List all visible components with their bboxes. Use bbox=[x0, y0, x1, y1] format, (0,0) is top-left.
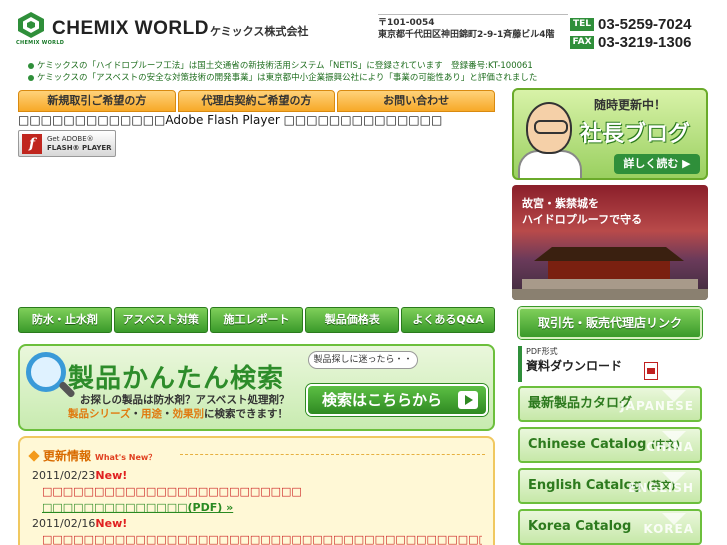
logo-subtext: CHEMIX WORLD bbox=[16, 40, 65, 46]
news-date-row: 2011/02/16New! bbox=[32, 517, 128, 530]
news-link[interactable]: □□□□□□□□□□□□□□□□□□□□□□□□□□□□□□□□□□□□□□□□… bbox=[42, 533, 482, 545]
cat-faq[interactable]: よくあるQ&A bbox=[401, 307, 495, 333]
forbidden-city-banner[interactable]: 故宮・紫禁城を ハイドロプルーフで守る bbox=[512, 185, 708, 300]
company-name-jp: ケミックス株式会社 bbox=[210, 25, 309, 38]
catalog-english-button[interactable]: ENGLISH English Catalog (英文) bbox=[518, 468, 702, 504]
catalog-watermark: CHINA bbox=[646, 440, 694, 454]
contact-block: TEL 03-5259-7024 FAX 03-3219-1306 bbox=[570, 16, 720, 52]
download-title: 資料ダウンロード bbox=[526, 359, 623, 373]
president-blog-banner[interactable]: 随時更新中！ 社長ブログ 詳しく読む ▶ bbox=[512, 88, 708, 180]
flash-icon: f bbox=[22, 134, 42, 154]
product-search-banner[interactable]: 製品かんたん検索 製品探しに迷ったら・・ お探しの製品は防水剤？アスベスト処理剤… bbox=[18, 344, 495, 431]
download-format: PDF形式 bbox=[526, 347, 558, 356]
tel-label: TEL bbox=[570, 17, 594, 31]
palace-text-line2: ハイドロプルーフで守る bbox=[522, 213, 643, 226]
president-coat-icon bbox=[518, 150, 582, 178]
search-desc-line1: お探しの製品は防水剤？アスベスト処理剤？ bbox=[80, 394, 290, 406]
search-bubble: 製品探しに迷ったら・・ bbox=[308, 351, 418, 369]
news-link[interactable]: □□□□□□□□□□□□□□□□□□□□□□□□□ bbox=[42, 485, 302, 498]
catalog-korea-button[interactable]: KOREA Korea Catalog bbox=[518, 509, 702, 545]
flash-badge-line2: FLASH® PLAYER bbox=[47, 144, 112, 152]
flash-required-message: □□□□□□□□□□□□□Adobe Flash Player □□□□□□□□… bbox=[18, 113, 443, 127]
flash-badge-line1: Get ADOBE® bbox=[47, 135, 94, 143]
chemix-logo-icon[interactable] bbox=[18, 12, 44, 38]
news-pdf-link[interactable]: □□□□□□□□□□□□□□(PDF) » bbox=[42, 501, 233, 514]
street-address: 東京都千代田区神田錦町2-9-1斉藤ビル4階 bbox=[378, 30, 555, 40]
new-badge: New! bbox=[95, 517, 128, 530]
catalog-watermark: ENGLISH bbox=[628, 481, 694, 495]
palace-ground-image bbox=[512, 289, 708, 300]
top-nav: 新規取引ご希望の方 代理店契約ご希望の方 お問い合わせ bbox=[18, 90, 496, 112]
header-divider bbox=[378, 14, 568, 15]
catalog-japanese-button[interactable]: JAPANESE 最新製品カタログ bbox=[518, 386, 702, 422]
nav-contact[interactable]: お問い合わせ bbox=[337, 90, 496, 112]
news-divider bbox=[180, 454, 485, 455]
header: CHEMIX WORLD CHEMIX WORLD ケミックス株式会社 〒101… bbox=[0, 0, 727, 58]
notice-item: ケミックスの「ハイドロプルーフ工法」は国土交通省の新技術活用システム「NETIS… bbox=[28, 60, 537, 72]
news-date-row: 2011/02/23New! bbox=[32, 469, 128, 482]
address-block: 〒101-0054 東京都千代田区神田錦町2-9-1斉藤ビル4階 bbox=[378, 17, 555, 41]
notices: ケミックスの「ハイドロプルーフ工法」は国土交通省の新技術活用システム「NETIS… bbox=[28, 60, 537, 84]
palace-roof-image bbox=[534, 247, 684, 261]
news-heading: 更新情報 What's New？ bbox=[28, 447, 156, 464]
postal-code: 〒101-0054 bbox=[378, 18, 435, 28]
download-heading: PDF形式 資料ダウンロード bbox=[518, 346, 702, 382]
cat-reports[interactable]: 施工レポート bbox=[209, 307, 304, 333]
fax-number: 03-3219-1306 bbox=[598, 33, 692, 51]
catalog-chinese-button[interactable]: CHINA Chinese Catalog (中文) bbox=[518, 427, 702, 463]
get-flash-player-button[interactable]: f Get ADOBE® FLASH® PLAYER bbox=[18, 130, 116, 157]
blog-title: 社長ブログ bbox=[580, 122, 691, 147]
nav-new-business[interactable]: 新規取引ご希望の方 bbox=[18, 90, 176, 112]
blog-read-more-button[interactable]: 詳しく読む ▶ bbox=[614, 154, 700, 174]
fax-label: FAX bbox=[570, 35, 594, 49]
bullet-icon bbox=[28, 74, 34, 81]
blog-updating-text: 随時更新中！ bbox=[594, 98, 667, 112]
agent-links-button[interactable]: 取引先・販売代理店リンク bbox=[518, 307, 702, 339]
news-panel: 更新情報 What's New？ 2011/02/23New! □□□□□□□□□… bbox=[18, 436, 495, 545]
category-nav: 防水・止水剤 アスベスト対策 施工レポート 製品価格表 よくあるQ&A bbox=[18, 307, 495, 333]
cat-asbestos[interactable]: アスベスト対策 bbox=[113, 307, 208, 333]
notice-item: ケミックスの「アスベストの安全な対策技術の開発事業」は東京都中小企業振興公社によ… bbox=[28, 72, 537, 84]
palace-terrace-image bbox=[522, 279, 698, 289]
cat-price-list[interactable]: 製品価格表 bbox=[305, 307, 400, 333]
search-title: 製品かんたん検索 bbox=[68, 364, 285, 394]
catalog-watermark: JAPANESE bbox=[620, 399, 694, 413]
cat-waterproofing[interactable]: 防水・止水剤 bbox=[18, 307, 112, 333]
tel-row: TEL 03-5259-7024 bbox=[570, 15, 720, 33]
logo-name[interactable]: CHEMIX WORLD bbox=[52, 18, 209, 40]
president-face-icon bbox=[526, 102, 572, 154]
tel-number: 03-5259-7024 bbox=[598, 15, 692, 33]
new-badge: New! bbox=[95, 469, 128, 482]
search-desc-line2: 製品シリーズ・用途・効果別に検索できます！ bbox=[68, 408, 288, 420]
pdf-icon bbox=[644, 362, 658, 380]
diamond-icon bbox=[28, 450, 40, 462]
fax-row: FAX 03-3219-1306 bbox=[570, 33, 720, 51]
catalog-watermark: KOREA bbox=[643, 522, 694, 536]
bullet-icon bbox=[28, 62, 34, 69]
arrow-right-icon bbox=[458, 391, 478, 409]
palace-text-line1: 故宮・紫禁城を bbox=[522, 197, 599, 210]
nav-agency-contract[interactable]: 代理店契約ご希望の方 bbox=[177, 90, 336, 112]
palace-hall-image bbox=[548, 261, 670, 279]
search-button[interactable]: 検索はこちらから bbox=[306, 384, 488, 416]
